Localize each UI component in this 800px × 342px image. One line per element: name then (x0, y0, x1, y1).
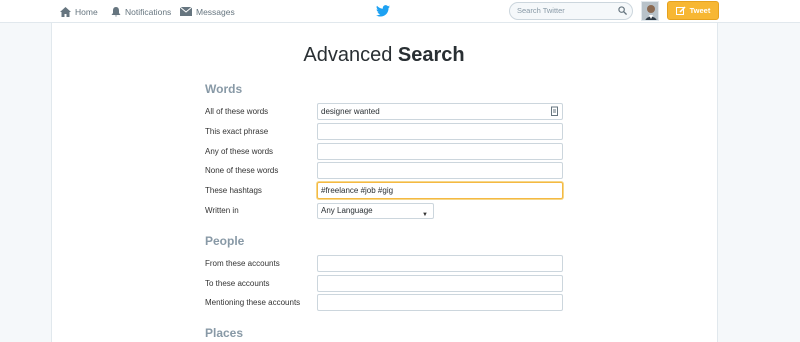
avatar-image (642, 2, 658, 20)
envelope-icon (180, 7, 192, 16)
section-heading-places: Places (205, 326, 244, 340)
label-from-accounts: From these accounts (205, 259, 280, 268)
clipboard-icon[interactable] (551, 106, 558, 116)
all-words-input[interactable]: designer wanted (317, 103, 563, 120)
nav-notifications-label: Notifications (125, 6, 172, 17)
label-any-words: Any of these words (205, 147, 274, 156)
twitter-bird-icon[interactable] (376, 5, 390, 17)
nav-messages[interactable]: Messages (180, 0, 235, 23)
language-select[interactable]: Any Language ▼ (317, 203, 434, 219)
label-all-words: All of these words (205, 107, 269, 116)
section-heading-people: People (205, 234, 245, 248)
label-to-accounts: To these accounts (205, 279, 270, 288)
from-accounts-input[interactable] (317, 255, 563, 272)
hashtags-value: #freelance #job #gig (321, 186, 394, 195)
tweet-button-label: Tweet (689, 6, 711, 15)
section-heading-words: Words (205, 82, 243, 96)
compose-icon (675, 5, 686, 15)
page-title-light: Advanced (303, 44, 393, 66)
nav-home[interactable]: Home (60, 0, 98, 23)
tweet-button[interactable]: Tweet (667, 1, 719, 20)
mentioning-accounts-input[interactable] (317, 294, 563, 311)
chevron-down-icon: ▼ (422, 212, 428, 218)
to-accounts-input[interactable] (317, 275, 563, 292)
search-input[interactable]: Search Twitter (509, 2, 633, 20)
page-title-bold: Search (397, 44, 465, 66)
exact-phrase-input[interactable] (317, 123, 563, 140)
nav-messages-label: Messages (196, 6, 235, 17)
label-mentioning-accounts: Mentioning these accounts (205, 298, 301, 307)
page-title: Advanced Search (0, 44, 768, 67)
label-exact-phrase: This exact phrase (205, 127, 269, 136)
search-icon[interactable] (618, 6, 627, 15)
language-select-value: Any Language (321, 206, 373, 215)
nav-notifications[interactable]: Notifications (111, 0, 171, 23)
label-written-in: Written in (205, 206, 239, 215)
home-icon (60, 6, 71, 17)
any-words-input[interactable] (317, 143, 563, 160)
hashtags-input[interactable]: #freelance #job #gig (317, 182, 563, 199)
bell-icon (111, 6, 121, 16)
search-placeholder: Search Twitter (517, 6, 565, 15)
top-nav-bar: Home Notifications Messages Search Twitt… (0, 0, 800, 23)
all-words-value: designer wanted (321, 107, 380, 116)
avatar[interactable] (641, 1, 659, 21)
none-words-input[interactable] (317, 162, 563, 179)
nav-home-label: Home (75, 6, 98, 17)
label-hashtags: These hashtags (205, 186, 262, 195)
label-none-words: None of these words (205, 166, 279, 175)
